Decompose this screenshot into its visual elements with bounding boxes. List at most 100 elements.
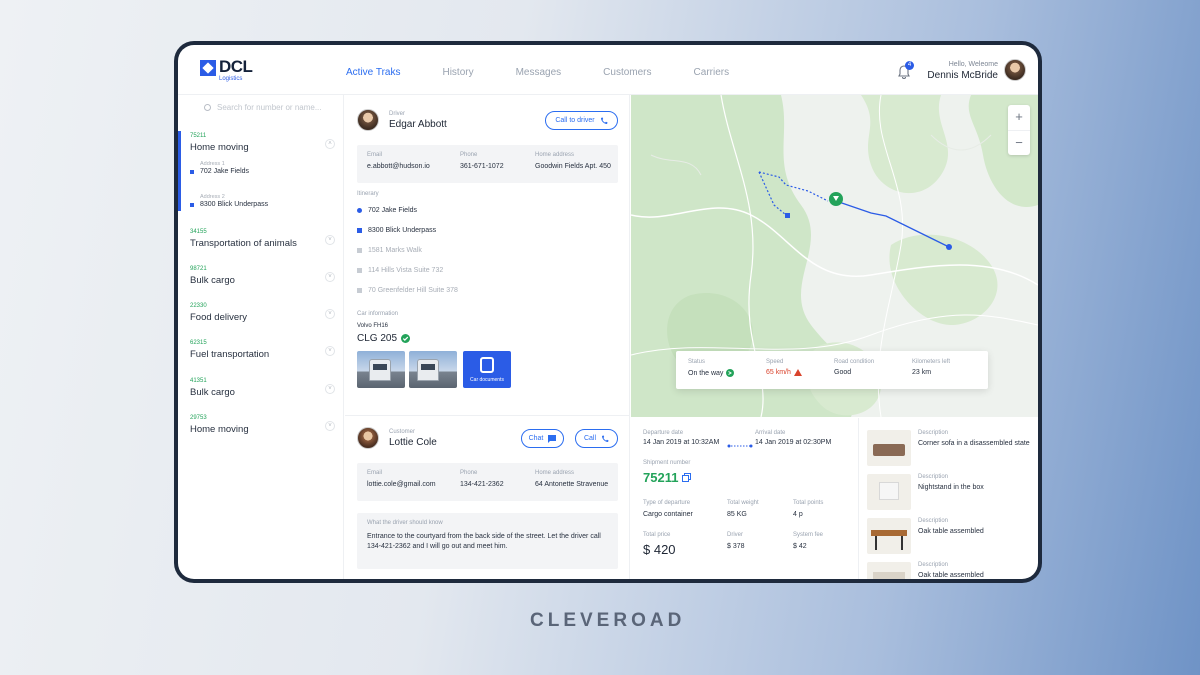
- chevron-down-icon[interactable]: ˅: [325, 309, 335, 319]
- itinerary-stop: 114 Hills Vista Suite 732: [357, 267, 458, 287]
- customer-email[interactable]: lottie.cole@gmail.com: [367, 481, 436, 488]
- cargo-photo-nightstand: [867, 474, 911, 510]
- search-placeholder: Search for number or name...: [217, 103, 322, 112]
- address-value: 702 Jake Fields: [200, 168, 250, 175]
- order-id: 41351: [190, 378, 207, 384]
- driver-fee-value: $ 378: [727, 543, 745, 550]
- driver-note: Entrance to the courtyard from the back …: [367, 533, 601, 550]
- details-column: Driver Edgar Abbott Call to driver Email…: [345, 95, 630, 579]
- main-nav: Active Traks History Messages Customers …: [346, 67, 771, 78]
- itinerary-label: Itinerary: [357, 191, 379, 197]
- logo-name: DCL: [219, 57, 253, 76]
- chat-button[interactable]: Chat: [521, 429, 564, 448]
- address-marker-icon: [190, 170, 194, 174]
- driver-role: Driver: [389, 111, 405, 117]
- customer-address-label: Home address: [535, 470, 575, 476]
- logo[interactable]: DCL Logistics: [200, 57, 253, 82]
- cargo-item[interactable]: Description Oak table assembled: [867, 562, 1035, 579]
- call-driver-label: Call to driver: [555, 117, 595, 124]
- call-driver-button[interactable]: Call to driver: [545, 111, 618, 130]
- verified-check-icon: [401, 334, 411, 343]
- shipment-number-label: Shipment number: [643, 460, 691, 466]
- address-value: 8300 Blick Underpass: [200, 201, 269, 208]
- user-name: Dennis McBride: [927, 70, 998, 81]
- order-item[interactable]: 34155 Transportation of animals ˅: [190, 229, 335, 249]
- customer-role: Customer: [389, 429, 416, 435]
- itinerary-stop: 702 Jake Fields: [357, 207, 458, 227]
- nav-carriers[interactable]: Carriers: [694, 67, 730, 78]
- nav-customers[interactable]: Customers: [603, 67, 651, 78]
- stop-marker-icon: [357, 248, 362, 253]
- chevron-down-icon[interactable]: ˅: [325, 346, 335, 356]
- order-title: Bulk cargo: [190, 387, 235, 398]
- call-customer-button[interactable]: Call: [575, 429, 618, 448]
- stop-marker-icon: [357, 208, 362, 213]
- route-map[interactable]: + − Status On the way Speed 65 km/h Road…: [631, 95, 1038, 417]
- order-item[interactable]: 41351 Bulk cargo ˅: [190, 378, 335, 398]
- order-title: Bulk cargo: [190, 275, 235, 286]
- cargo-photo-oak-table: [867, 562, 911, 579]
- document-icon: [480, 357, 494, 373]
- order-title: Transportation of animals: [190, 238, 297, 249]
- search-input[interactable]: Search for number or name...: [204, 103, 322, 112]
- notifications-badge: 4: [905, 61, 914, 70]
- zoom-out-button[interactable]: −: [1008, 130, 1030, 155]
- km-label: Kilometers left: [912, 359, 951, 365]
- car-photo-front[interactable]: [357, 351, 405, 388]
- driver-email[interactable]: e.abbott@hudson.io: [367, 163, 430, 170]
- customer-phone[interactable]: 134-421-2362: [460, 481, 504, 488]
- order-item[interactable]: 62315 Fuel transportation ˅: [190, 340, 335, 360]
- cargo-photo-sofa: [867, 430, 911, 466]
- chevron-down-icon[interactable]: ˅: [325, 272, 335, 282]
- car-documents-button[interactable]: Car documents: [463, 351, 511, 388]
- driver-note-label: What the driver should know: [367, 520, 443, 526]
- logo-mark-icon: [200, 60, 216, 76]
- address-label: Address 2: [200, 194, 225, 200]
- shipment-details: Departure date 14 Jan 2019 at 10:32AM Ar…: [631, 418, 859, 579]
- weight-label: Total weight: [727, 500, 759, 506]
- order-id: 62315: [190, 340, 207, 346]
- order-item[interactable]: 29753 Home moving ˅: [190, 415, 335, 435]
- copy-icon[interactable]: [682, 473, 692, 482]
- zoom-in-button[interactable]: +: [1008, 105, 1030, 130]
- device-frame: DCL Logistics Active Traks History Messa…: [174, 41, 1042, 583]
- status-value-row: On the way: [688, 369, 735, 377]
- address-label: Address 1: [200, 161, 225, 167]
- cargo-item[interactable]: Description Corner sofa in a disassembled…: [867, 430, 1035, 470]
- system-fee-value: $ 42: [793, 543, 807, 550]
- app-window: DCL Logistics Active Traks History Messa…: [178, 45, 1038, 579]
- orders-sidebar: Search for number or name... 75211 Home …: [178, 95, 344, 579]
- itinerary-stop: 70 Greenfelder Hill Suite 378: [357, 287, 458, 307]
- driver-avatar: [357, 109, 379, 131]
- cargo-item[interactable]: Description Oak table assembled: [867, 518, 1035, 558]
- car-photo-side[interactable]: [409, 351, 457, 388]
- speed-value: 65 km/h: [766, 369, 791, 376]
- user-avatar[interactable]: [1004, 59, 1026, 81]
- cargo-items-list: Description Corner sofa in a disassembled…: [860, 418, 1038, 579]
- chevron-down-icon[interactable]: ˅: [325, 384, 335, 394]
- order-item[interactable]: 75211 Home moving ˄: [190, 133, 335, 153]
- cargo-item[interactable]: Description Nightstand in the box: [867, 474, 1035, 514]
- nav-messages[interactable]: Messages: [516, 67, 562, 78]
- notifications-button[interactable]: 4: [898, 61, 914, 79]
- customer-name: Lottie Cole: [389, 437, 437, 448]
- order-item[interactable]: 98721 Bulk cargo ˅: [190, 266, 335, 286]
- road-label: Road condition: [834, 359, 875, 365]
- chevron-down-icon[interactable]: ˅: [325, 421, 335, 431]
- customer-header: Customer Lottie Cole: [389, 429, 437, 448]
- search-icon: [204, 104, 211, 111]
- chevron-down-icon[interactable]: ˅: [325, 235, 335, 245]
- shipment-number: 75211: [643, 470, 679, 485]
- chevron-up-icon[interactable]: ˄: [325, 139, 335, 149]
- itinerary-stop: 1581 Marks Walk: [357, 247, 458, 267]
- nav-active-traks[interactable]: Active Traks: [346, 67, 400, 78]
- order-title: Home moving: [190, 424, 249, 435]
- order-item[interactable]: 22330 Food delivery ˅: [190, 303, 335, 323]
- order-title: Fuel transportation: [190, 349, 270, 360]
- chat-icon: [548, 434, 557, 443]
- driver-phone[interactable]: 361-671-1072: [460, 163, 504, 170]
- call-customer-label: Call: [583, 435, 597, 442]
- active-order-indicator: [178, 131, 181, 211]
- nav-history[interactable]: History: [442, 67, 473, 78]
- route-arrow-icon: [727, 444, 753, 448]
